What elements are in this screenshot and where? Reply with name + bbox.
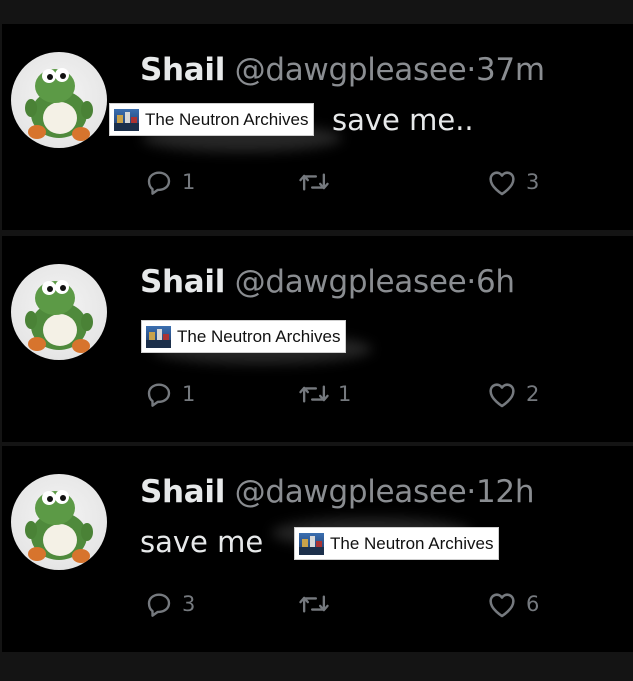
- retweet-button[interactable]: [298, 162, 338, 202]
- watermark: The Neutron Archives: [141, 320, 347, 353]
- archive-logo-icon: [299, 532, 324, 555]
- reply-button[interactable]: 1: [144, 374, 195, 414]
- display-name[interactable]: Shail: [140, 52, 225, 88]
- retweet-button[interactable]: [298, 584, 338, 624]
- heart-icon: [489, 171, 515, 196]
- tweet[interactable]: Shail @dawgpleasee·12h save me The Neutr…: [2, 446, 633, 652]
- avatar[interactable]: [11, 264, 107, 360]
- like-count: 3: [526, 170, 540, 194]
- timestamp[interactable]: 12h: [476, 474, 535, 510]
- tweet-actions: 1 1 2: [142, 374, 582, 414]
- tweet[interactable]: Shail @dawgpleasee·6h The Neutron Archiv…: [2, 236, 633, 442]
- separator-dot: ·: [466, 52, 476, 88]
- display-name[interactable]: Shail: [140, 474, 225, 510]
- tweet-text: save me..: [332, 103, 474, 137]
- yoshi-avatar-icon: [25, 280, 93, 353]
- like-count: 6: [526, 592, 540, 616]
- tweet-header: Shail @dawgpleasee·6h: [140, 262, 515, 302]
- separator-dot: ·: [466, 474, 476, 510]
- retweet-button[interactable]: 1: [298, 374, 351, 414]
- user-handle[interactable]: @dawgpleasee: [235, 264, 467, 300]
- tweet-actions: 1 3: [142, 162, 582, 202]
- reply-button[interactable]: 3: [144, 584, 195, 624]
- watermark-text: The Neutron Archives: [330, 533, 494, 553]
- retweet-icon: [299, 173, 329, 191]
- reply-icon: [147, 383, 171, 407]
- tweet-header: Shail @dawgpleasee·37m: [140, 50, 545, 90]
- like-button[interactable]: 2: [486, 374, 539, 414]
- reply-count: 1: [182, 170, 196, 194]
- timestamp[interactable]: 6h: [476, 264, 515, 300]
- user-handle[interactable]: @dawgpleasee: [235, 474, 467, 510]
- user-handle[interactable]: @dawgpleasee: [235, 52, 467, 88]
- retweet-icon: [299, 385, 329, 403]
- yoshi-avatar-icon: [25, 68, 93, 141]
- archive-logo-icon: [146, 325, 171, 348]
- watermark: The Neutron Archives: [109, 103, 315, 136]
- watermark-text: The Neutron Archives: [177, 326, 341, 346]
- like-button[interactable]: 6: [486, 584, 539, 624]
- watermark: The Neutron Archives: [294, 527, 500, 560]
- archive-logo-icon: [114, 108, 139, 131]
- tweet-actions: 3 6: [142, 584, 582, 624]
- tweet[interactable]: Shail @dawgpleasee·37m save me.. The Neu…: [2, 24, 633, 230]
- timestamp[interactable]: 37m: [476, 52, 545, 88]
- reply-icon: [147, 171, 171, 195]
- avatar[interactable]: [11, 474, 107, 570]
- separator-dot: ·: [466, 264, 476, 300]
- screenshot: Shail @dawgpleasee·37m save me.. The Neu…: [0, 0, 633, 681]
- tweet-header: Shail @dawgpleasee·12h: [140, 472, 534, 512]
- reply-button[interactable]: 1: [144, 162, 195, 202]
- watermark-text: The Neutron Archives: [145, 109, 309, 129]
- tweet-text: save me: [140, 525, 264, 559]
- heart-icon: [489, 383, 515, 408]
- heart-icon: [489, 593, 515, 618]
- reply-count: 1: [182, 382, 196, 406]
- avatar[interactable]: [11, 52, 107, 148]
- display-name[interactable]: Shail: [140, 264, 225, 300]
- yoshi-avatar-icon: [25, 490, 93, 563]
- retweet-count: 1: [338, 382, 352, 406]
- like-button[interactable]: 3: [486, 162, 539, 202]
- reply-icon: [147, 593, 171, 617]
- retweet-icon: [299, 595, 329, 613]
- like-count: 2: [526, 382, 540, 406]
- reply-count: 3: [182, 592, 196, 616]
